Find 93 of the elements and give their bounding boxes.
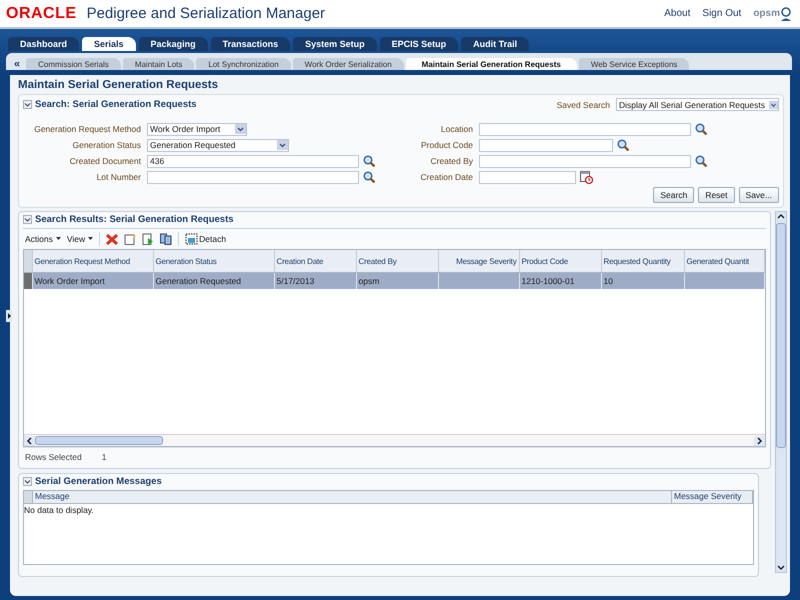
search-icon[interactable] (363, 155, 375, 167)
search-icon[interactable] (617, 139, 629, 151)
column-header[interactable]: Creation Date (274, 250, 356, 272)
section-title: Serial Generation Messages (35, 476, 163, 487)
field-label: Generation Status (71, 140, 141, 150)
empty-message: No data to display. (24, 505, 95, 515)
input-field[interactable]: 436 (147, 154, 359, 168)
field-label: Location (440, 124, 473, 134)
header-link[interactable]: Sign Out (702, 8, 742, 19)
column-header[interactable]: Product Code (519, 250, 601, 272)
search-icon[interactable] (363, 171, 375, 183)
field-label: Created Document (68, 156, 141, 166)
column-header[interactable]: Message Severity (672, 491, 753, 503)
column-header[interactable]: Generation Status (153, 250, 274, 272)
detach-icon (185, 233, 198, 245)
section-title: Search Results: Serial Generation Requests (35, 214, 235, 225)
column-header[interactable]: Generated Quantit (684, 250, 764, 272)
input-field[interactable] (479, 122, 691, 136)
table-cell: 1210-1000-01 (519, 272, 601, 289)
saved-search-dropdown[interactable]: Display All Serial Generation Requests (616, 98, 779, 111)
person-icon[interactable] (780, 6, 792, 20)
scroll-tabs-button[interactable]: « (10, 58, 24, 70)
chevron-icon (769, 100, 778, 110)
sub-tab[interactable]: Web Service Exceptions (578, 58, 690, 70)
button[interactable]: Save... (738, 187, 779, 203)
left-arrow-icon[interactable] (24, 436, 35, 446)
header-corner (24, 250, 32, 272)
sub-tab[interactable]: Commission Serials (26, 58, 121, 70)
menu-button[interactable]: Actions (25, 234, 53, 244)
input-field[interactable] (479, 154, 691, 168)
row-selector[interactable] (24, 272, 32, 289)
sub-tab[interactable]: Lot Synchronization (196, 58, 291, 70)
rows-selected-count: 1 (102, 452, 106, 464)
column-header[interactable]: Message (33, 491, 672, 503)
main-tab[interactable]: System Setup (293, 37, 377, 51)
calendar-icon[interactable] (580, 170, 593, 184)
footer-label: Rows Selected (25, 452, 82, 464)
collapse-icon[interactable] (23, 215, 32, 224)
button[interactable]: Reset (698, 187, 735, 203)
main-tab[interactable]: Serials (82, 37, 136, 51)
dropdown[interactable]: Work Order Import (147, 122, 247, 136)
vertical-scrollbar[interactable] (774, 211, 786, 573)
document-play-icon[interactable] (142, 233, 154, 245)
sub-tab[interactable]: Maintain Lots (122, 58, 194, 70)
menu-button[interactable]: View (66, 234, 86, 244)
app-title: Pedigree and Serialization Manager (86, 5, 326, 22)
main-tab[interactable]: Packaging (138, 37, 208, 51)
main-tab[interactable]: Dashboard (8, 37, 80, 51)
field-label: Created By (429, 156, 473, 166)
column-header[interactable]: Generation Request Method (32, 250, 153, 272)
column-header[interactable]: Created By (356, 250, 438, 272)
horizontal-scrollbar[interactable] (24, 434, 764, 446)
collapse-icon[interactable] (23, 477, 32, 486)
date-field[interactable] (479, 170, 576, 184)
main-tab[interactable]: Audit Trail (461, 37, 530, 51)
column-header[interactable]: Message Severity (438, 250, 519, 272)
page-title: Maintain Serial Generation Requests (18, 79, 220, 93)
new-document-icon[interactable] (124, 233, 136, 245)
copy-icon[interactable] (160, 233, 172, 245)
field-label: Creation Date (420, 172, 473, 182)
button[interactable]: Search (653, 187, 694, 203)
table-cell: Generation Requested (153, 272, 274, 289)
caret-icon (56, 237, 61, 241)
search-icon[interactable] (695, 123, 707, 135)
chevron-icon (235, 124, 246, 134)
user-name: opsm (753, 8, 780, 19)
table-cell: 10 (601, 272, 684, 289)
search-icon[interactable] (695, 155, 707, 167)
table-cell: opsm (356, 272, 438, 289)
main-tab[interactable]: Transactions (210, 37, 290, 51)
table-cell: 5/17/2013 (274, 272, 356, 289)
column-header[interactable]: Requested Quantity (601, 250, 684, 272)
dropdown[interactable]: Generation Requested (147, 138, 289, 152)
field-label: Lot Number (96, 172, 141, 182)
collapse-icon[interactable] (23, 100, 32, 109)
input-field[interactable] (479, 138, 613, 152)
detach-button[interactable]: Detach (185, 233, 226, 245)
section-title: Search: Serial Generation Requests (35, 99, 198, 110)
header-link[interactable]: About (664, 8, 690, 19)
splitter-icon[interactable] (6, 310, 12, 322)
field-label: Saved Search (556, 100, 610, 110)
input-field[interactable] (147, 170, 359, 184)
field-label: Product Code (420, 140, 473, 150)
sub-tab[interactable]: Work Order Serialization (292, 58, 404, 70)
caret-icon (88, 237, 94, 241)
main-tab[interactable]: EPCIS Setup (380, 37, 458, 51)
right-arrow-icon[interactable] (754, 436, 764, 446)
field-label: Generation Request Method (33, 124, 141, 134)
logo: ORACLE (6, 4, 77, 22)
chevron-icon (277, 140, 288, 150)
sub-tab[interactable]: Maintain Serial Generation Requests (406, 58, 577, 70)
table-cell: Work Order Import (32, 272, 153, 289)
delete-icon[interactable] (106, 233, 118, 245)
